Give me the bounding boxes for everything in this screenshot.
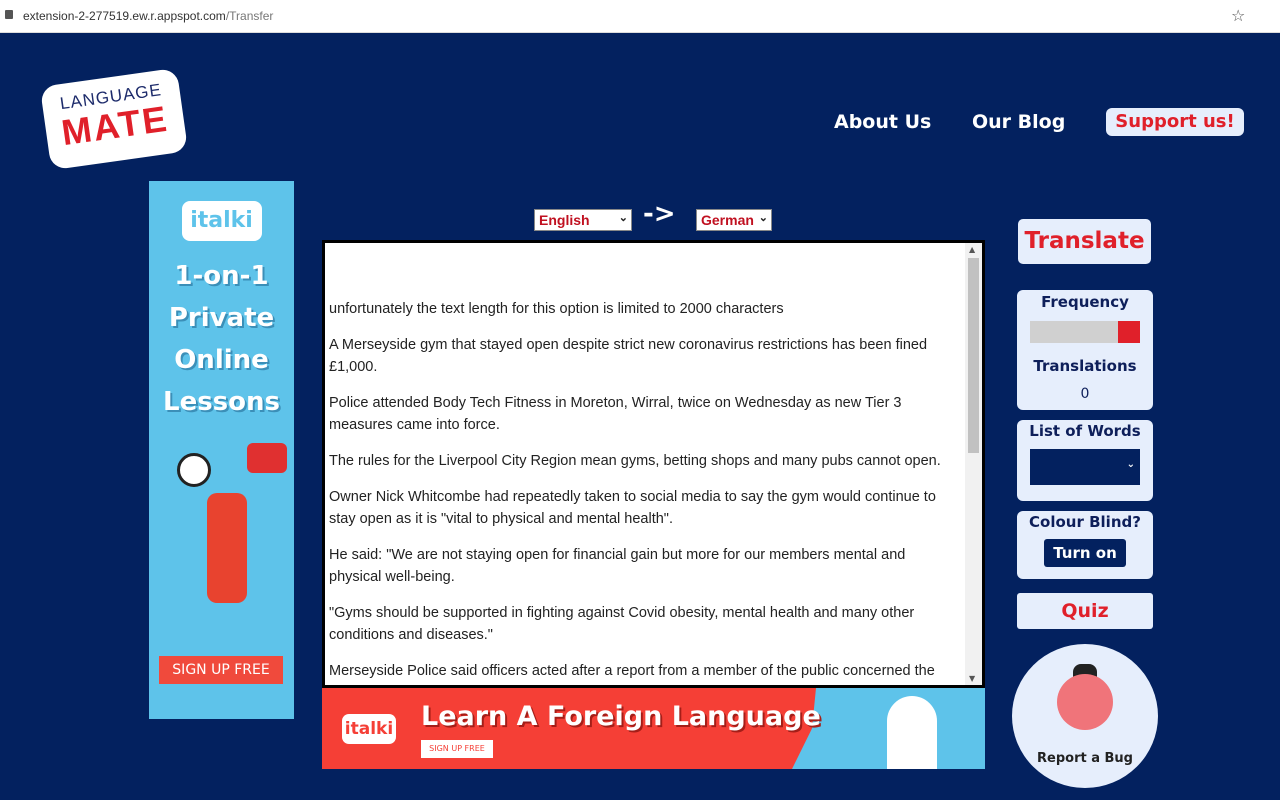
frequency-handle[interactable] <box>1118 321 1140 343</box>
scroll-up-icon[interactable]: ▲ <box>969 245 975 254</box>
ad-signup-button[interactable]: SIGN UP FREE <box>421 740 493 758</box>
translations-count: 0 <box>1080 386 1090 402</box>
ad-headline: 1-on-1 Private Online Lessons <box>163 261 280 417</box>
frequency-slider[interactable] <box>1030 321 1140 343</box>
scroll-thumb[interactable] <box>968 258 979 453</box>
chevron-down-icon: ⌄ <box>1126 459 1135 470</box>
text-scrollbar[interactable]: ▲ ▼ <box>965 243 982 685</box>
chevron-down-icon: ⌄ <box>618 212 628 224</box>
camera-icon <box>246 443 287 473</box>
ad-illustration <box>887 696 937 769</box>
direction-arrow: -> <box>643 199 676 229</box>
translate-button[interactable]: Translate <box>1018 219 1151 264</box>
lock-icon <box>5 10 13 19</box>
nav-about-us[interactable]: About Us <box>834 111 931 133</box>
italki-bottom-ad[interactable]: italki Learn A Foreign Language SIGN UP … <box>322 688 985 769</box>
chevron-down-icon: ⌄ <box>758 212 768 224</box>
language-mate-logo[interactable]: LANGUAGE MATE <box>39 67 189 171</box>
italki-side-ad[interactable]: italki 1-on-1 Private Online Lessons SIG… <box>149 181 294 719</box>
report-bug-button[interactable]: Report a Bug <box>1012 644 1158 788</box>
scroll-down-icon[interactable]: ▼ <box>969 674 975 683</box>
word-list-select[interactable]: ⌄ <box>1030 449 1140 485</box>
italki-logo: italki <box>342 714 396 744</box>
frequency-panel: Frequency Translations 0 <box>1017 290 1153 410</box>
ad-signup-button[interactable]: SIGN UP FREE <box>159 656 283 684</box>
target-language-select[interactable]: German ⌄ <box>696 209 772 231</box>
colour-blind-toggle-button[interactable]: Turn on <box>1044 539 1126 567</box>
word-list-panel: List of Words ⌄ <box>1017 420 1153 501</box>
url-text[interactable]: extension-2-277519.ew.r.appspot.com/Tran… <box>23 9 273 23</box>
italki-logo: italki <box>181 201 262 241</box>
support-us-button[interactable]: Support us! <box>1106 108 1244 136</box>
quiz-button[interactable]: Quiz <box>1017 593 1153 629</box>
ad-illustration <box>167 443 287 613</box>
nav-our-blog[interactable]: Our Blog <box>972 111 1065 133</box>
bookmark-star-icon[interactable]: ☆ <box>1231 6 1245 25</box>
text-area[interactable]: unfortunately the text length for this o… <box>322 240 985 688</box>
colour-blind-panel: Colour Blind? Turn on <box>1017 511 1153 579</box>
source-language-select[interactable]: English ⌄ <box>534 209 632 231</box>
ladybug-icon <box>1057 674 1113 730</box>
browser-address-bar[interactable]: extension-2-277519.ew.r.appspot.com/Tran… <box>0 0 1280 33</box>
ad-headline: Learn A Foreign Language <box>421 701 821 732</box>
clock-icon <box>176 453 211 487</box>
